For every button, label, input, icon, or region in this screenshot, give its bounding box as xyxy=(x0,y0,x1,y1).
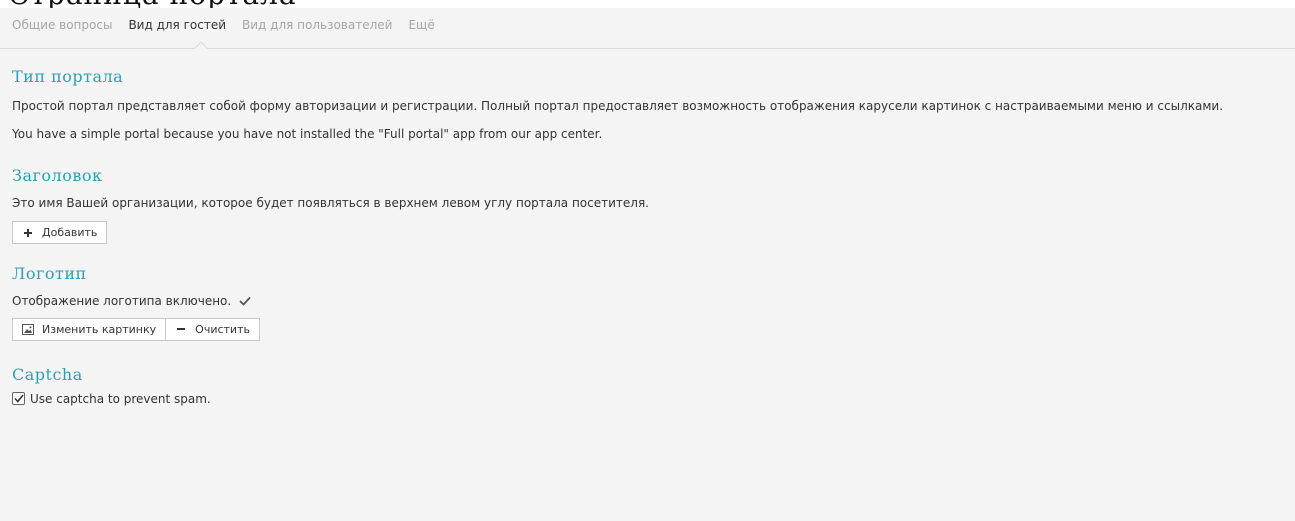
logo-status-line: Отображение логотипа включено. xyxy=(12,291,1275,312)
change-logo-button[interactable]: Изменить картинку xyxy=(13,319,165,340)
clear-logo-label: Очистить xyxy=(195,322,250,336)
minus-icon xyxy=(175,323,187,335)
heading-button-group: Добавить xyxy=(12,221,108,244)
section-heading: Заголовок Это имя Вашей организации, кот… xyxy=(12,166,1275,244)
tab-general[interactable]: Общие вопросы xyxy=(12,18,112,32)
image-icon xyxy=(22,323,34,335)
captcha-checkbox[interactable] xyxy=(12,392,25,405)
tab-user-view[interactable]: Вид для пользователей xyxy=(242,18,392,32)
change-logo-label: Изменить картинку xyxy=(42,322,157,336)
checkmark-icon xyxy=(239,292,251,312)
clear-logo-button[interactable]: Очистить xyxy=(165,318,259,340)
section-logo: Логотип Отображение логотипа включено. И… xyxy=(12,264,1275,341)
logo-button-group: Изменить картинку Очистить xyxy=(12,317,260,341)
section-portal-type: Тип портала Простой портал представляет … xyxy=(12,67,1275,144)
heading-description: Это имя Вашей организации, которое будет… xyxy=(12,196,649,210)
captcha-option: Use captcha to prevent spam. xyxy=(12,392,1275,406)
logo-status-text: Отображение логотипа включено. xyxy=(12,294,232,308)
portal-type-note: You have a simple portal because you hav… xyxy=(12,127,603,141)
portal-type-description: Простой портал представляет собой форму … xyxy=(12,99,1224,113)
tab-more[interactable]: Ещё xyxy=(408,18,434,32)
section-title-portal-type: Тип портала xyxy=(12,67,124,86)
add-heading-button[interactable]: Добавить xyxy=(13,222,106,243)
top-strip: Страница портала xyxy=(0,0,1295,8)
content: Тип портала Простой портал представляет … xyxy=(0,67,1295,406)
plus-icon xyxy=(22,227,34,239)
section-captcha: Captcha Use captcha to prevent spam. xyxy=(12,365,1275,406)
clipped-heading: Страница портала xyxy=(8,0,297,8)
section-title-heading: Заголовок xyxy=(12,166,103,185)
tab-guest-view[interactable]: Вид для гостей xyxy=(128,18,226,32)
add-heading-label: Добавить xyxy=(42,226,98,239)
section-title-captcha: Captcha xyxy=(12,364,83,384)
settings-panel: Общие вопросы Вид для гостей Вид для пол… xyxy=(0,8,1295,521)
section-title-logo: Логотип xyxy=(12,264,87,283)
tab-bar: Общие вопросы Вид для гостей Вид для пол… xyxy=(0,8,1295,49)
captcha-label[interactable]: Use captcha to prevent spam. xyxy=(30,392,211,406)
active-tab-indicator xyxy=(194,41,208,49)
